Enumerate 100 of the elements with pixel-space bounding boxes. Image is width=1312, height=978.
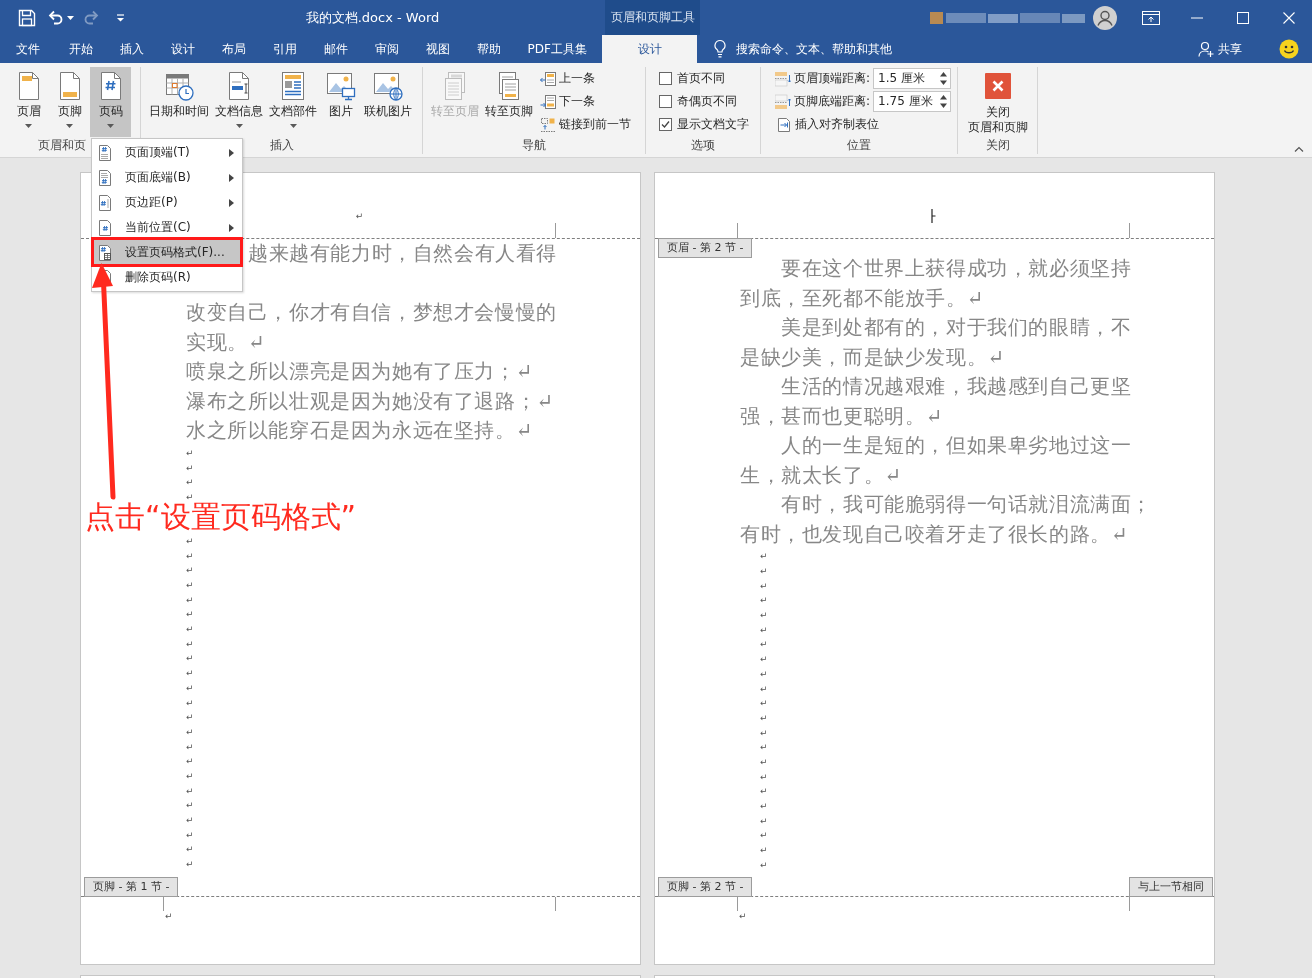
paragraph-mark: ↵ [186,624,194,635]
ribbon-button[interactable]: 文档信息 [212,67,266,137]
spin-arrows-icon[interactable] [940,95,948,108]
paragraph-mark: ↵ [186,668,194,679]
ribbon-tab[interactable]: 文件 [0,35,55,63]
ribbon-tab[interactable]: PDF工具集 [514,35,601,63]
paragraph: 要在这个世界上获得成功，就必须坚持 到底，至死都不能放手。↵ [740,255,1132,312]
close-square-icon [984,73,1011,99]
menu-item[interactable]: 页面顶端(T) [92,140,242,165]
group-label: 位置 [847,137,871,153]
paragraph-mark: ↵ [760,595,768,606]
paragraph-mark: ↵ [186,741,194,752]
paragraph-mark: ↵ [760,801,768,812]
group-label: 插入 [269,137,294,153]
paragraph-mark: ↵ [186,785,194,796]
ribbon-button[interactable]: 插入对齐制表位 [775,113,881,136]
paragraph-mark: ↵ [760,566,768,577]
minimize-icon[interactable] [1191,16,1203,19]
page-number-current-icon [98,219,112,236]
menu-item[interactable]: 页边距(P) [92,190,242,215]
checkbox-label[interactable]: 显示文档文字 [677,116,749,133]
paragraph-mark: ↵ [186,447,194,458]
paragraph-mark: ↵ [186,491,194,502]
paragraph-mark: ↵ [186,844,194,855]
window-title: 我的文档.docx - Word [305,8,440,27]
ribbon-button[interactable]: 文档部件 [266,67,320,137]
group-label: 页眉和页 [38,137,86,153]
ribbon-button[interactable]: 联机图片 [361,67,415,137]
caret-icon[interactable] [67,15,74,20]
paragraph-mark: ↵ [186,800,194,811]
paragraph-mark: ↵ [760,624,768,635]
align-tab-icon [776,116,792,133]
ribbon-button[interactable]: 链接到前一节 [539,113,633,136]
crop-mark [555,897,556,911]
close-header-footer-button[interactable]: 关闭 页眉和页脚 [958,67,1037,137]
save-icon[interactable] [18,8,36,27]
contextual-tab-header: 页眉和页脚工具 [605,0,700,35]
ribbon-button[interactable]: 下一条 [539,90,597,113]
paragraph-mark: ↵ [186,580,194,591]
paragraph-mark: ↵ [186,609,194,620]
ribbon-display-options-icon[interactable] [1142,10,1160,25]
customize-caret-icon[interactable] [116,13,125,22]
checkbox[interactable] [659,72,672,85]
checkbox-label[interactable]: 奇偶页不同 [677,93,737,110]
checkbox[interactable] [659,95,672,108]
checkbox-label[interactable]: 首页不同 [677,70,725,87]
page-number-margin-icon [98,194,112,211]
paragraph-mark: ↵ [186,536,194,546]
ribbon-tab[interactable]: 邮件 [310,35,361,63]
ribbon-button[interactable]: 上一条 [539,67,597,90]
paragraph-mark: ↵ [760,712,768,723]
undo-icon[interactable] [47,10,63,25]
ribbon-button[interactable]: 页脚 [49,67,90,137]
close-icon[interactable] [1283,11,1295,24]
ribbon-tab[interactable]: 视图 [412,35,463,63]
paragraph-mark: ↵ [186,712,194,723]
share-button[interactable]: 共享 [1195,35,1245,63]
paragraph-mark: ↵ [760,551,768,562]
paragraph-mark: ↵ [760,683,768,694]
paragraph: 生活的情况越艰难，我越感到自己更坚 强，甚而也更聪明。↵ [740,373,1132,430]
paragraph-mark: ↵ [186,859,194,870]
ribbon-tab[interactable]: 帮助 [463,35,514,63]
ribbon-tab[interactable]: 设计 [602,35,698,63]
number-field[interactable]: 1.75 厘米 [873,91,952,112]
search-field[interactable]: 搜索命令、文本、帮助和其他 [736,40,905,58]
menu-item[interactable]: 页面底端(B) [92,165,242,190]
paragraph-mark: ↵ [760,771,768,782]
ribbon-tab[interactable]: 布局 [208,35,259,63]
ribbon-button[interactable]: 图片 [320,67,361,137]
header-spacing-icon [775,70,791,87]
paragraph-mark: ↵ [186,594,194,605]
ribbon-tab[interactable]: 引用 [259,35,310,63]
ribbon-button[interactable]: 页码 [90,67,131,137]
paragraph: 改变自己，你才有自信，梦想才会慢慢的 实现。↵ [186,299,557,356]
paragraph-mark: ↵ [760,698,768,709]
page-number-top-icon [98,144,112,161]
ribbon-button[interactable]: 日期和时间 [146,67,212,137]
ribbon-button[interactable]: 页眉 [8,67,49,137]
spin-arrows-icon[interactable] [940,72,948,85]
paragraph-mark: ↵ [186,638,194,649]
maximize-icon[interactable] [1237,11,1249,24]
collapse-caret-icon[interactable] [1294,146,1304,152]
number-field[interactable]: 1.5 厘米 [873,68,952,89]
checkbox[interactable] [659,118,672,131]
ribbon-tab[interactable]: 设计 [157,35,208,63]
paragraph: 喷泉之所以漂亮是因为她有了压力；↵ [186,358,533,385]
field-label: 页眉顶端距离: [794,70,871,87]
paragraph-mark: ↵ [760,654,768,665]
paragraph-mark: ↵ [186,462,194,473]
footer-section-tag: 页脚 - 第 2 节 - [658,877,753,897]
ribbon-tab[interactable]: 开始 [55,35,106,63]
paragraph-mark: ↵ [186,756,194,767]
ribbon-tab[interactable]: 审阅 [361,35,412,63]
ribbon-button[interactable]: 转至页脚 [482,67,536,137]
smiley-icon[interactable] [1279,39,1299,59]
paragraph-mark: ↵ [760,610,768,621]
ribbon-tab[interactable]: 插入 [106,35,157,63]
avatar-icon[interactable] [1093,5,1117,30]
crop-mark [555,223,556,238]
menu-item[interactable]: 当前位置(C) [92,215,242,240]
